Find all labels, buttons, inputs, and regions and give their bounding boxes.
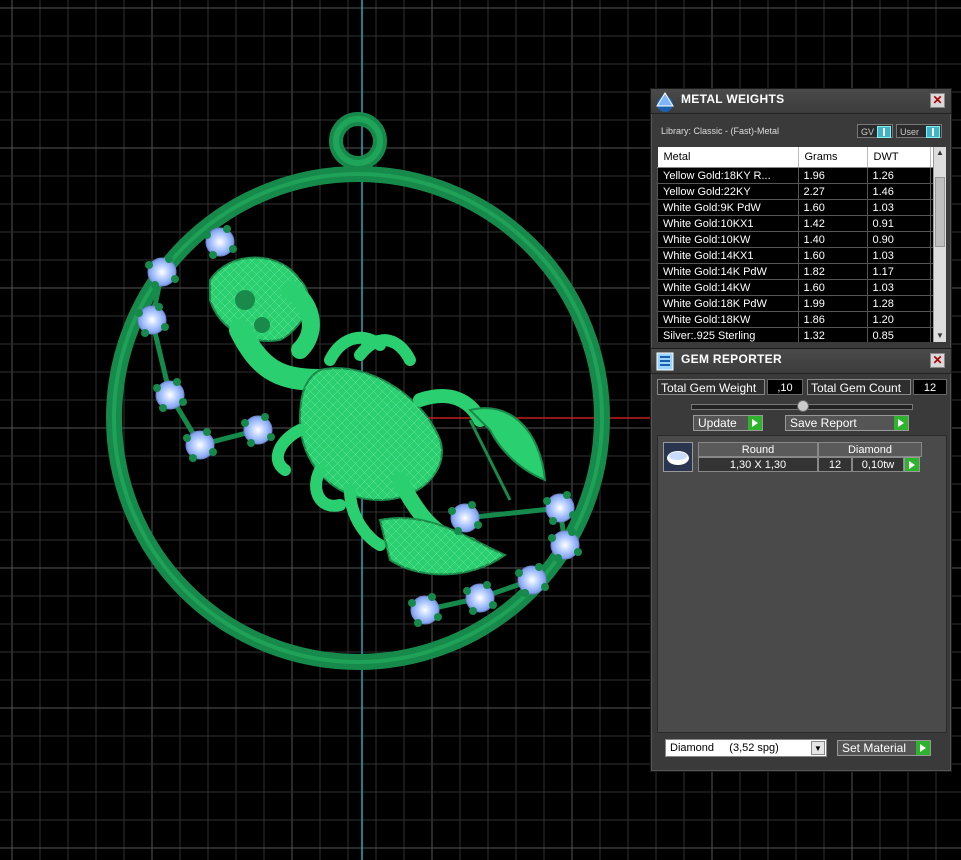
metal-cell: 1.28 [866,295,931,312]
gem-shape-header: Round [698,442,818,457]
metal-row[interactable]: White Gold:9K PdW1.601.0312.59 [657,199,933,216]
gem-material-header: Diamond [818,442,922,457]
pendant-model[interactable] [106,112,610,670]
metal-column-header[interactable]: DWT [867,147,931,168]
metal-cell: 1.60 [797,247,868,264]
scroll-down-icon[interactable]: ▼ [934,330,946,342]
gem-list-area: Round Diamond 1,30 X 1,30 12 0,10tw [657,435,947,733]
metal-cell: 1.99 [797,295,868,312]
metal-cell: Yellow Gold:22KY [657,183,799,200]
gv-toggle[interactable]: GV [857,124,893,138]
metal-weights-title: METAL WEIGHTS [681,92,785,106]
user-label: User [900,127,920,137]
metal-weights-close-icon[interactable]: ✕ [930,93,945,108]
metal-cell: White Gold:18K PdW [657,295,799,312]
round-gem-thumbnail-icon[interactable] [663,442,693,472]
gem-size: 1,30 X 1,30 [698,457,818,472]
metal-cell: 1.03 [866,199,931,216]
gem-weight: 0,10tw [852,457,904,472]
metal-cell: Silver:.925 Sterling [657,327,799,342]
total-gem-weight-value: ,10 [767,379,803,395]
update-label: Update [698,416,737,430]
material-select[interactable]: Diamond (3,52 spg) ▼ [665,739,827,757]
metal-row[interactable]: White Gold:18K PdW1.991.2815.65 [657,295,933,312]
metal-cell: 1.03 [866,247,931,264]
metal-cell: White Gold:9K PdW [657,199,799,216]
gem-reporter-app-icon [656,352,674,371]
metal-table-viewport: MetalGramsDWTSPG Yellow Gold:18KY R...1.… [657,147,933,342]
metal-column-header[interactable]: Grams [798,147,868,168]
metal-cell: Yellow Gold:18KY R... [657,167,799,184]
metal-weights-panel: METAL WEIGHTS ✕ Library: Classic - (Fast… [650,88,952,350]
gem-count: 12 [818,457,852,472]
total-gem-count-value: 12 [913,379,947,395]
metal-row[interactable]: White Gold:18KW1.861.2014.66 [657,311,933,328]
save-report-button[interactable]: Save Report [785,415,909,431]
metal-cell: 1.86 [797,311,868,328]
metal-cell: 1.42 [797,215,868,232]
material-select-value: Diamond (3,52 spg) [670,742,779,754]
metal-table: MetalGramsDWTSPG Yellow Gold:18KY R...1.… [657,147,933,342]
set-material-play-icon [916,741,930,755]
set-material-label: Set Material [842,741,907,755]
metal-table-scrollbar[interactable]: ▲ ▼ [933,147,946,342]
scroll-up-icon[interactable]: ▲ [934,147,946,159]
metal-cell: 1.96 [797,167,868,184]
metal-cell: 0.85 [866,327,931,342]
gem-reporter-titlebar[interactable]: GEM REPORTER ✕ [651,349,951,374]
metal-row[interactable]: Yellow Gold:18KY R...1.961.2615.41 [657,167,933,184]
metal-cell: 0.90 [866,231,931,248]
metal-cell: 1.20 [866,311,931,328]
gem-slider-knob[interactable] [797,400,809,412]
user-toggle[interactable]: User [896,124,942,138]
metal-cell: 1.82 [797,263,868,280]
metal-row[interactable]: White Gold:10KX11.420.9111.18 [657,215,933,232]
metal-cell: White Gold:10KX1 [657,215,799,232]
metal-cell: White Gold:18KW [657,311,799,328]
metal-column-header[interactable]: Metal [657,147,799,168]
gem-reporter-title: GEM REPORTER [681,352,782,366]
total-gem-count-label: Total Gem Count [807,379,911,395]
set-material-button[interactable]: Set Material [837,740,931,756]
metal-cell: White Gold:14KW [657,279,799,296]
metal-row[interactable]: White Gold:14KW1.601.0312.59 [657,279,933,296]
update-play-icon [748,416,762,430]
metal-cell: 1.03 [866,279,931,296]
metal-cell: 0.91 [866,215,931,232]
gem-row-play-icon [905,458,919,471]
total-gem-weight-label: Total Gem Weight [657,379,765,395]
metal-cell: 1.32 [797,327,868,342]
metal-weights-app-icon [656,92,674,112]
save-report-label: Save Report [790,416,857,430]
metal-cell: White Gold:14K PdW [657,263,799,280]
metal-row[interactable]: Silver:.925 Sterling1.320.8510.39 [657,327,933,342]
metal-cell: 1.40 [797,231,868,248]
library-label: Library: Classic - (Fast)-Metal [661,126,780,136]
gem-reporter-close-icon[interactable]: ✕ [930,353,945,368]
gv-label: GV [861,127,875,137]
metal-cell: 1.60 [797,279,868,296]
chevron-down-icon[interactable]: ▼ [811,741,825,755]
metal-row[interactable]: White Gold:14K PdW1.821.1714.37 [657,263,933,280]
scroll-thumb[interactable] [935,177,945,247]
metal-cell: 1.46 [866,183,931,200]
metal-cell: 2.27 [797,183,868,200]
metal-row[interactable]: White Gold:10KW1.400.9010.99 [657,231,933,248]
metal-cell: 1.26 [866,167,931,184]
save-report-play-icon [894,416,908,430]
metal-cell: White Gold:14KX1 [657,247,799,264]
gem-reporter-panel: GEM REPORTER ✕ Total Gem Weight ,10 Tota… [650,348,952,772]
metal-cell: White Gold:10KW [657,231,799,248]
update-button[interactable]: Update [693,415,763,431]
metal-weights-titlebar[interactable]: METAL WEIGHTS ✕ [651,89,951,114]
metal-cell: 1.60 [797,199,868,216]
gem-row-action-button[interactable] [904,457,920,472]
metal-cell: 1.17 [866,263,931,280]
metal-row[interactable]: White Gold:14KX11.601.0312.61 [657,247,933,264]
metal-row[interactable]: Yellow Gold:22KY2.271.4617.85 [657,183,933,200]
